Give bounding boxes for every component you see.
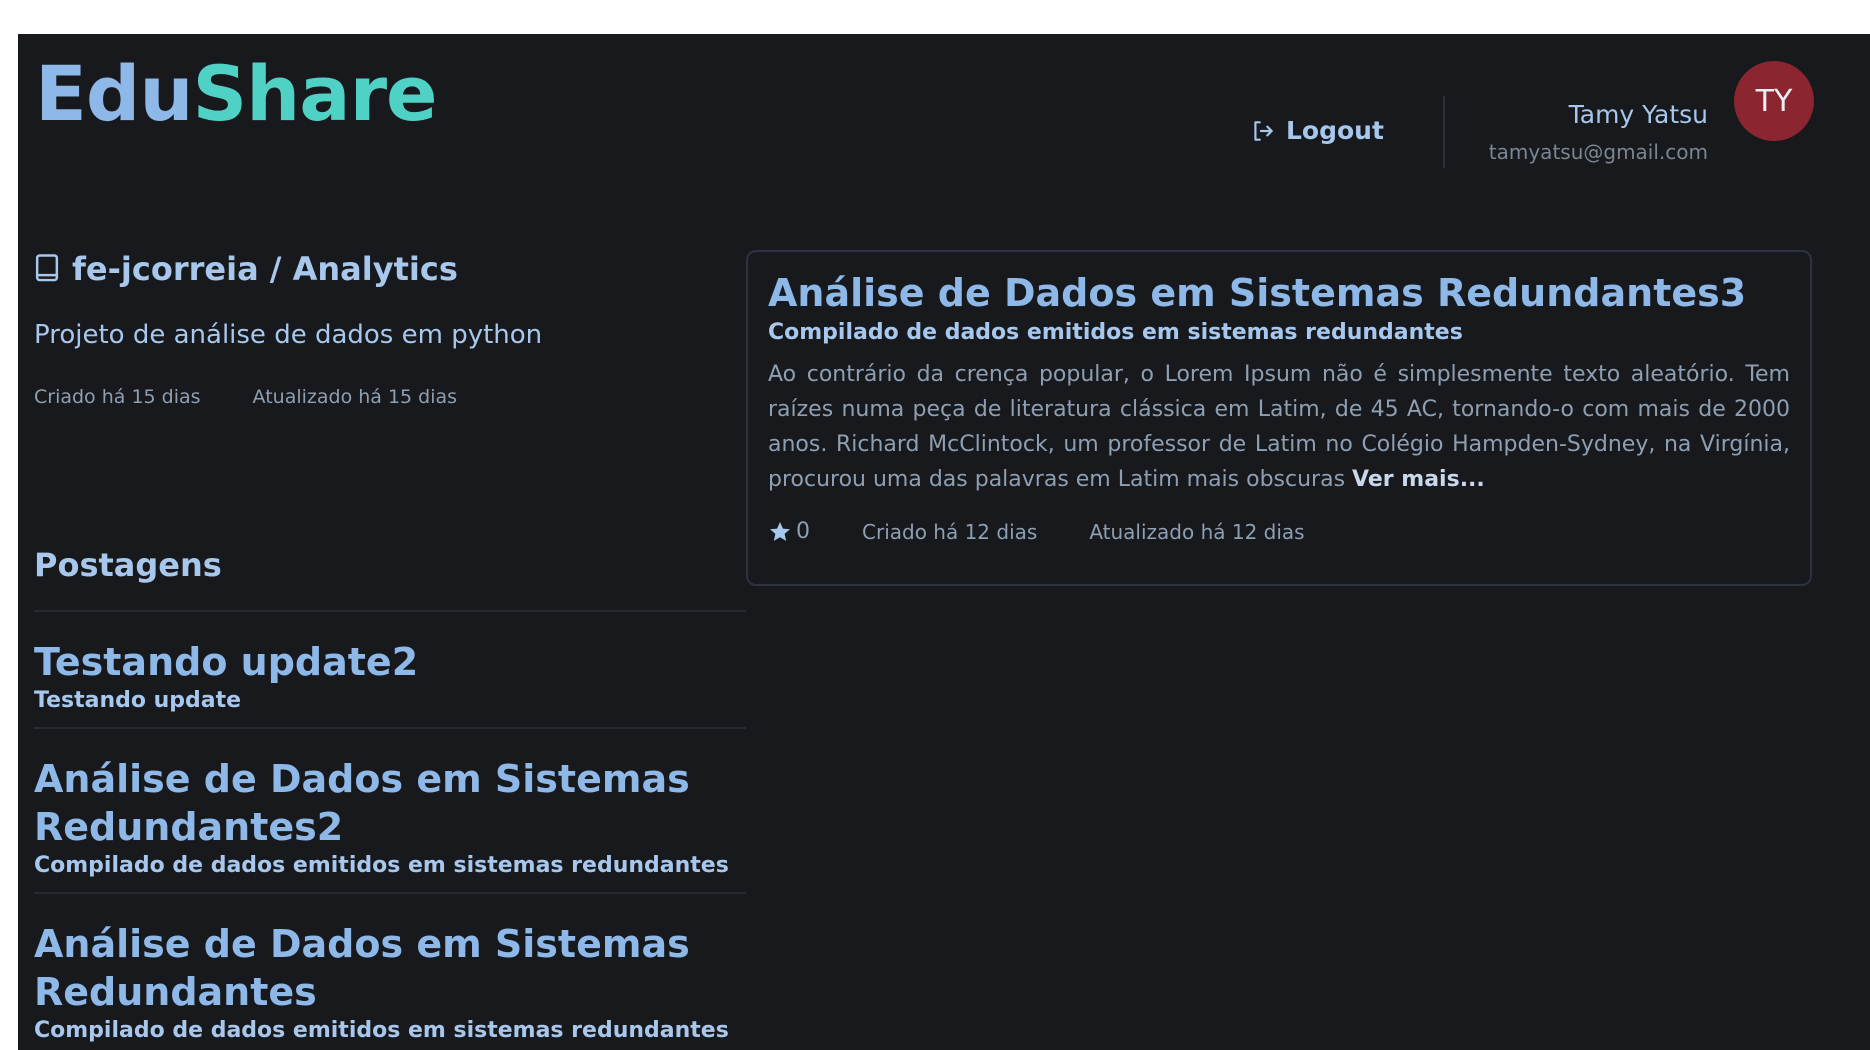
post-subtitle: Compilado de dados emitidos em sistemas … <box>34 853 729 878</box>
header-divider <box>1443 96 1445 168</box>
card-body: Ao contrário da crença popular, o Lorem … <box>768 357 1790 497</box>
user-name: Tamy Yatsu <box>1568 100 1708 129</box>
post-subtitle: Testando update <box>34 688 242 713</box>
post-title: Análise de Dados em Sistemas Redundantes <box>34 922 690 1014</box>
list-item[interactable]: Testando update2 Testando update <box>34 610 746 727</box>
post-title: Testando update2 <box>34 640 419 684</box>
list-item[interactable]: Análise de Dados em Sistemas Redundantes… <box>34 892 746 1050</box>
card-title[interactable]: Análise de Dados em Sistemas Redundantes… <box>768 270 1790 316</box>
repo-description: Projeto de análise de dados em python <box>34 320 543 350</box>
avatar[interactable]: TY <box>1734 61 1814 141</box>
list-item[interactable]: Análise de Dados em Sistemas Redundantes… <box>34 727 746 892</box>
posts-section-title: Postagens <box>34 546 222 584</box>
repo-meta: Criado há 15 dias Atualizado há 15 dias <box>34 386 457 408</box>
repo-updated: Atualizado há 15 dias <box>252 386 458 408</box>
logout-icon <box>1254 120 1273 141</box>
posts-list: Testando update2 Testando update Análise… <box>34 610 746 1050</box>
card-subtitle: Compilado de dados emitidos em sistemas … <box>768 320 1463 345</box>
post-card[interactable]: Análise de Dados em Sistemas Redundantes… <box>746 250 1812 586</box>
card-updated: Atualizado há 12 dias <box>1089 519 1305 544</box>
app-root: EduShare Logout Tamy Yatsu tamyatsu@gmai… <box>18 34 1870 1050</box>
book-icon <box>35 254 59 282</box>
star-icon[interactable] <box>768 520 792 544</box>
repo-name: fe-jcorreia / Analytics <box>72 250 458 288</box>
header: EduShare Logout Tamy Yatsu tamyatsu@gmai… <box>18 34 1870 168</box>
repo-created: Criado há 15 dias <box>34 386 201 408</box>
post-title: Análise de Dados em Sistemas Redundantes… <box>34 757 690 849</box>
card-body-text: Ao contrário da crença popular, o Lorem … <box>768 362 1790 492</box>
card-footer: 0 Criado há 12 dias Atualizado há 12 dia… <box>768 519 1790 544</box>
repo-heading[interactable]: fe-jcorreia / Analytics <box>34 250 458 288</box>
logo[interactable]: EduShare <box>35 56 438 132</box>
user-email: tamyatsu@gmail.com <box>1488 140 1708 164</box>
logout-label: Logout <box>1286 116 1384 145</box>
logout-button[interactable]: Logout <box>1250 116 1384 145</box>
card-created: Criado há 12 dias <box>862 519 1038 544</box>
see-more-link[interactable]: Ver mais... <box>1352 467 1485 492</box>
logo-share: Share <box>192 49 437 138</box>
post-subtitle: Compilado de dados emitidos em sistemas … <box>34 1018 729 1043</box>
logo-edu: Edu <box>35 49 193 138</box>
star-count: 0 <box>796 519 810 544</box>
